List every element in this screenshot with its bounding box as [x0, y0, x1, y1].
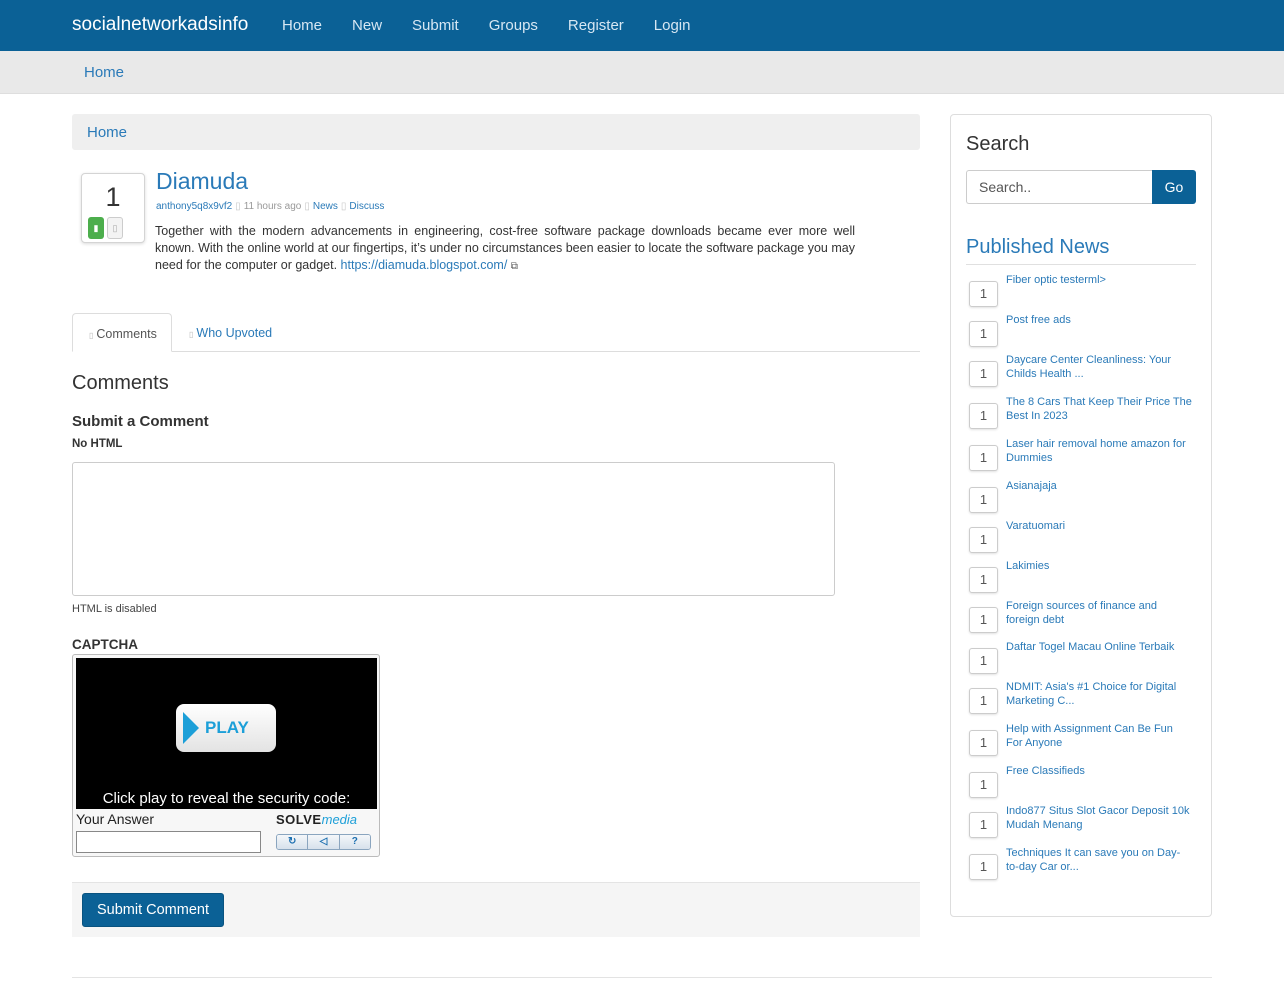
- nav-new[interactable]: New: [352, 17, 382, 34]
- comment-textarea[interactable]: [72, 462, 835, 596]
- tab-who-upvoted[interactable]: ▯ Who Upvoted: [189, 326, 272, 340]
- solvemedia-logo: SOLVEmedia: [276, 812, 358, 827]
- search-heading: Search: [966, 133, 1030, 155]
- news-vote-count: 1: [969, 567, 998, 593]
- top-navbar: socialnetworkadsinfo Home New Submit Gro…: [0, 0, 1284, 51]
- news-vote-count: 1: [969, 281, 998, 307]
- submit-comment-heading: Submit a Comment: [72, 413, 209, 430]
- submit-comment-button[interactable]: Submit Comment: [82, 893, 224, 927]
- tab-comments-label: Comments: [96, 327, 157, 341]
- brand-logo[interactable]: socialnetworkadsinfo: [72, 14, 248, 36]
- upvote-button[interactable]: ▮: [88, 217, 104, 239]
- news-title[interactable]: Lakimies: [1006, 560, 1192, 574]
- news-title[interactable]: Techniques It can save you on Day-to-day…: [1006, 847, 1192, 874]
- nav-links: Home New Submit Groups Register Login: [282, 17, 720, 34]
- captcha-play-button[interactable]: PLAY: [176, 704, 276, 752]
- news-vote-count: 1: [969, 607, 998, 633]
- breadcrumb: Home: [72, 114, 920, 150]
- play-icon: [183, 712, 199, 744]
- submit-area: Submit Comment: [72, 882, 920, 937]
- footer-divider: [72, 977, 1212, 978]
- vote-count: 1: [105, 182, 121, 212]
- news-vote-count: 1: [969, 688, 998, 714]
- separator-icon: ▯: [304, 201, 310, 212]
- captcha-controls: ↻ ◁ ?: [276, 834, 371, 850]
- post-title[interactable]: Diamuda: [156, 168, 248, 195]
- tab-comments[interactable]: ▯ Comments: [72, 313, 172, 352]
- search-input[interactable]: [966, 170, 1153, 204]
- nav-login[interactable]: Login: [654, 17, 691, 34]
- news-vote-count: 1: [969, 648, 998, 674]
- post-meta: anthony5q8x9vf2 ▯ 11 hours ago ▯ News ▯ Discus…: [156, 201, 384, 212]
- sub-header: Home: [0, 51, 1284, 94]
- news-title[interactable]: Post free ads: [1006, 314, 1192, 328]
- post-discuss[interactable]: Discuss: [349, 201, 384, 212]
- external-link-icon: ⧉: [510, 261, 518, 272]
- tab-upvoted-label: Who Upvoted: [196, 326, 273, 340]
- news-vote-count: 1: [969, 403, 998, 429]
- breadcrumb-home[interactable]: Home: [87, 124, 127, 141]
- subbar-home-link[interactable]: Home: [84, 64, 124, 81]
- news-vote-count: 1: [969, 527, 998, 553]
- news-vote-count: 1: [969, 854, 998, 880]
- post-category[interactable]: News: [313, 201, 338, 212]
- separator-icon: ▯: [340, 201, 347, 212]
- news-vote-count: 1: [969, 730, 998, 756]
- captcha-video: PLAY Click play to reveal the security c…: [76, 658, 377, 809]
- your-answer-label: Your Answer: [76, 811, 155, 827]
- sidebar: Search Go Published News 1 Fiber optic te…: [950, 114, 1212, 917]
- news-title[interactable]: Laser hair removal home amazon for Dummi…: [1006, 438, 1192, 465]
- news-vote-count: 1: [969, 772, 998, 798]
- post-tabs: ▯ Comments ▯ Who Upvoted: [72, 313, 920, 352]
- html-disabled-note: HTML is disabled: [72, 603, 157, 615]
- no-html-label: No HTML: [72, 438, 123, 450]
- separator-icon: ▯: [235, 201, 241, 212]
- comment-icon: ▯: [89, 331, 94, 340]
- vote-box: 1 ▮ ▯: [81, 173, 145, 243]
- news-title[interactable]: Daycare Center Cleanliness: Your Childs …: [1006, 354, 1192, 381]
- news-vote-count: 1: [969, 361, 998, 387]
- post-time: 11 hours ago: [243, 201, 302, 212]
- published-news-heading[interactable]: Published News: [966, 236, 1196, 265]
- captcha-message: Click play to reveal the security code:: [102, 790, 351, 807]
- news-vote-count: 1: [969, 321, 998, 347]
- downvote-button[interactable]: ▯: [107, 217, 123, 239]
- captcha-heading: CAPTCHA: [72, 637, 138, 652]
- news-title[interactable]: Foreign sources of finance and foreign d…: [1006, 600, 1192, 627]
- play-label: PLAY: [205, 718, 249, 737]
- nav-submit[interactable]: Submit: [412, 17, 459, 34]
- help-icon[interactable]: ?: [339, 835, 370, 849]
- news-title[interactable]: Free Classifieds: [1006, 765, 1192, 779]
- post-body: Together with the modern advancements in…: [155, 223, 855, 275]
- post-link[interactable]: https://diamuda.blogspot.com/: [341, 258, 508, 272]
- news-title[interactable]: Daftar Togel Macau Online Terbaik: [1006, 641, 1192, 655]
- news-title[interactable]: Varatuomari: [1006, 520, 1192, 534]
- thumbs-up-icon: ▮: [93, 223, 99, 233]
- news-title[interactable]: Indo877 Situs Slot Gacor Deposit 10k Mud…: [1006, 805, 1192, 832]
- news-title[interactable]: Asianajaja: [1006, 480, 1192, 494]
- news-title[interactable]: Help with Assignment Can Be Fun For Anyo…: [1006, 723, 1192, 750]
- refresh-icon[interactable]: ↻: [277, 835, 309, 849]
- thumbs-down-icon: ▯: [112, 223, 118, 233]
- search-go-button[interactable]: Go: [1152, 170, 1196, 204]
- news-vote-count: 1: [969, 487, 998, 513]
- post-author[interactable]: anthony5q8x9vf2: [156, 201, 232, 212]
- news-vote-count: 1: [969, 445, 998, 471]
- news-title[interactable]: The 8 Cars That Keep Their Price The Bes…: [1006, 396, 1192, 423]
- nav-groups[interactable]: Groups: [489, 17, 538, 34]
- user-icon: ▯: [189, 330, 194, 339]
- news-title[interactable]: Fiber optic testerml>: [1006, 274, 1192, 288]
- captcha-answer-input[interactable]: [76, 831, 261, 853]
- news-vote-count: 1: [969, 812, 998, 838]
- audio-icon[interactable]: ◁: [308, 835, 340, 849]
- nav-home[interactable]: Home: [282, 17, 322, 34]
- comments-heading: Comments: [72, 372, 169, 394]
- captcha-widget: PLAY Click play to reveal the security c…: [72, 654, 380, 857]
- nav-register[interactable]: Register: [568, 17, 624, 34]
- news-title[interactable]: NDMIT: Asia's #1 Choice for Digital Mark…: [1006, 681, 1192, 708]
